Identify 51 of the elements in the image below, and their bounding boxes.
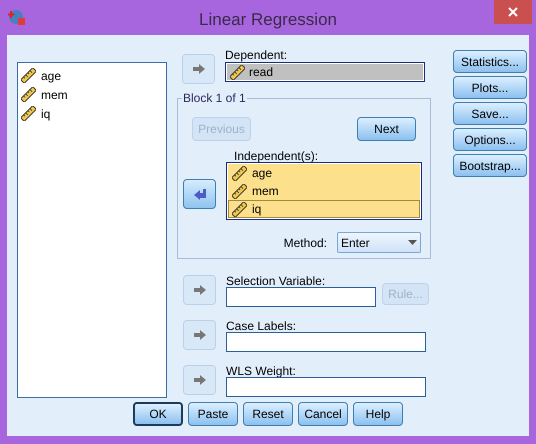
variable-item[interactable]: mem	[21, 85, 166, 104]
ruler-icon	[21, 106, 36, 121]
input-field[interactable]	[226, 287, 376, 307]
field-label: Selection Variable:	[226, 275, 326, 287]
field-label: Method:	[284, 234, 327, 252]
field-label: Independent(s):	[234, 150, 320, 162]
close-icon	[508, 7, 518, 17]
ruler-icon	[21, 68, 36, 83]
dropdown-value: Enter	[341, 234, 370, 252]
input-field[interactable]	[226, 377, 426, 397]
field-label: WLS Weight:	[226, 365, 297, 377]
right-arrow-icon	[192, 282, 208, 298]
dialog-button[interactable]: Reset	[243, 402, 293, 426]
right-arrow-icon	[192, 327, 208, 343]
dialog-button[interactable]: Paste	[188, 402, 238, 426]
ruler-icon	[232, 166, 247, 180]
variable-item[interactable]: mem	[228, 182, 420, 200]
dialog-button[interactable]: Cancel	[298, 402, 348, 426]
ruler-icon	[232, 202, 247, 216]
input-field[interactable]	[226, 332, 426, 352]
ruler-icon	[21, 87, 36, 102]
variable-list[interactable]: age mem iq	[17, 62, 167, 398]
independents-list[interactable]: age mem iq	[226, 162, 422, 220]
dialog-button[interactable]: Options...	[453, 128, 527, 151]
field-label: Dependent:	[225, 48, 288, 62]
app-icon	[8, 8, 26, 26]
variable-item[interactable]: iq	[228, 200, 420, 218]
dropdown-arrow-icon	[408, 240, 417, 245]
left-arrow-icon	[192, 186, 208, 202]
dialog-button[interactable]: Statistics...	[453, 50, 527, 73]
variable-item[interactable]: age	[228, 164, 420, 182]
method-dropdown[interactable]: Enter	[337, 232, 421, 253]
dependent-field[interactable]: read	[225, 62, 425, 82]
window-title: Linear Regression	[199, 9, 337, 31]
right-arrow-icon	[190, 61, 206, 77]
dialog-button[interactable]: Help	[353, 402, 403, 426]
close-button[interactable]	[494, 0, 532, 24]
dialog-button[interactable]: Bootstrap...	[453, 154, 527, 177]
right-arrow-icon	[192, 372, 208, 388]
dialog-button[interactable]: Plots...	[453, 76, 527, 99]
variable-item[interactable]: age	[21, 66, 166, 85]
field-label: Case Labels:	[226, 320, 298, 332]
ruler-icon	[230, 64, 245, 80]
group-title: Block 1 of 1	[182, 91, 247, 105]
variable-item[interactable]: iq	[21, 104, 166, 123]
dialog-button[interactable]: OK	[133, 402, 183, 426]
variable-name: read	[249, 64, 274, 81]
next-button[interactable]: Next	[357, 117, 416, 141]
transfer-button[interactable]	[183, 179, 216, 209]
dialog-button[interactable]: Save...	[453, 102, 527, 125]
ruler-icon	[232, 184, 247, 198]
